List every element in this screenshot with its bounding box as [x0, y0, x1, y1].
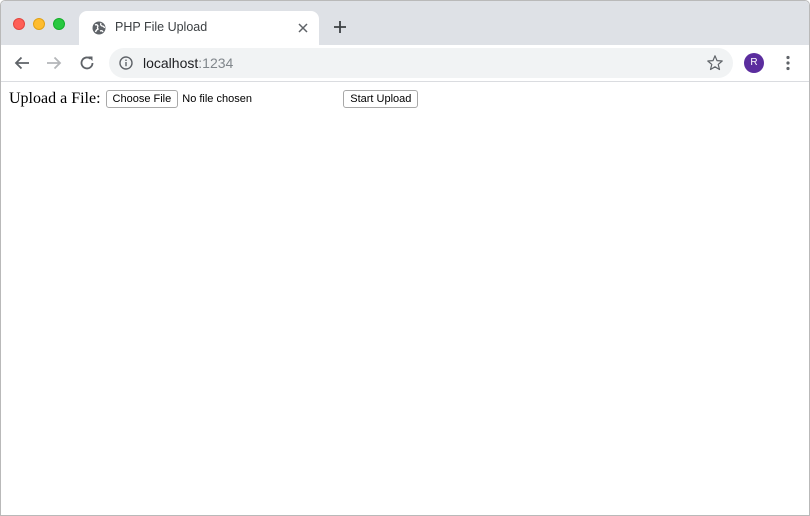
file-status-text: No file chosen [182, 93, 252, 105]
arrow-left-icon[interactable] [13, 54, 31, 72]
reload-icon[interactable] [78, 54, 96, 72]
minimize-window-button[interactable] [33, 18, 45, 30]
tab-strip: PHP File Upload [1, 1, 809, 45]
upload-label: Upload a File: [9, 90, 101, 107]
upload-form: Upload a File: Choose File No file chose… [9, 90, 419, 108]
start-upload-button[interactable]: Start Upload [343, 90, 419, 108]
arrow-right-icon[interactable] [45, 54, 63, 72]
close-window-button[interactable] [13, 18, 25, 30]
url-port: :1234 [198, 55, 234, 71]
info-icon[interactable] [119, 56, 133, 70]
zoom-window-button[interactable] [53, 18, 65, 30]
plus-icon[interactable] [331, 18, 349, 36]
tab-title: PHP File Upload [115, 20, 208, 34]
choose-file-button[interactable]: Choose File [105, 90, 179, 108]
kebab-menu-icon[interactable] [780, 54, 796, 72]
address-bar[interactable]: localhost:1234 [109, 48, 733, 78]
browser-tab[interactable]: PHP File Upload [79, 11, 319, 45]
browser-toolbar: localhost:1234 R [1, 45, 809, 82]
close-icon[interactable] [295, 20, 311, 36]
browser-window: PHP File Upload localhost:1234 R Upload … [0, 0, 810, 516]
url-text[interactable]: localhost:1234 [143, 55, 233, 71]
star-icon[interactable] [706, 54, 724, 72]
page-content: Upload a File: Choose File No file chose… [1, 83, 809, 515]
url-host: localhost [143, 55, 199, 71]
profile-avatar[interactable]: R [744, 53, 764, 73]
globe-icon [92, 21, 106, 35]
